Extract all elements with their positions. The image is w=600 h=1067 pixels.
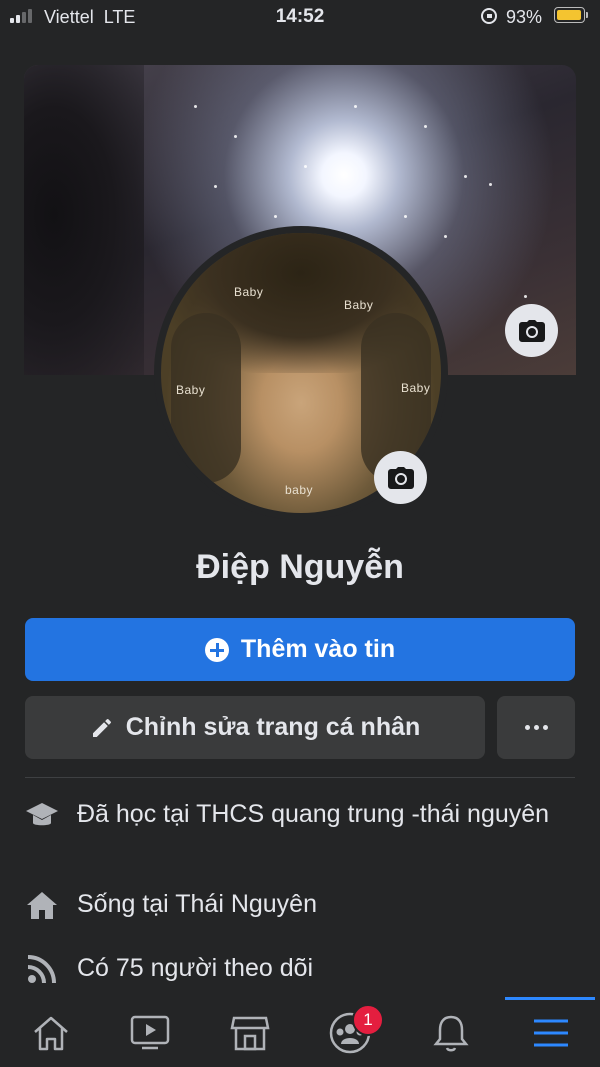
- education-detail: Đã học tại THCS quang trung -thái nguyên: [25, 798, 575, 832]
- battery-percent: 93%: [506, 7, 543, 27]
- home-icon: [34, 1016, 68, 1051]
- watch-icon: [130, 1015, 170, 1050]
- nav-marketplace[interactable]: [225, 1008, 275, 1058]
- lives-in-detail: Sống tại Thái Nguyên: [25, 888, 575, 922]
- nav-menu[interactable]: [526, 1008, 576, 1058]
- followers-detail: Có 75 người theo dõi: [25, 952, 575, 986]
- menu-icon: [534, 1019, 568, 1047]
- orientation-lock-icon: [481, 8, 497, 24]
- dot-icon: [542, 725, 548, 730]
- bottom-navigation: [0, 997, 600, 1067]
- active-tab-indicator: [505, 997, 595, 1000]
- graduation-cap-icon: [26, 803, 58, 826]
- photo-label: baby: [285, 483, 314, 497]
- home-icon: [27, 892, 57, 919]
- rss-icon: [27, 955, 56, 984]
- marketplace-icon: [230, 1016, 270, 1051]
- profile-name: Điệp Nguyễn: [196, 548, 404, 586]
- nav-watch[interactable]: [125, 1008, 175, 1058]
- edit-cover-camera-icon[interactable]: [505, 304, 558, 357]
- photo-label: Baby: [344, 298, 374, 312]
- edit-profile-label: Chỉnh sửa trang cá nhân: [125, 713, 421, 741]
- add-to-story-label: Thêm vào tin: [240, 635, 396, 663]
- battery-icon: [554, 7, 588, 23]
- edit-avatar-camera-icon[interactable]: [374, 451, 427, 504]
- dot-icon: [524, 725, 530, 730]
- dot-icon: [533, 725, 539, 730]
- photo-label: Baby: [234, 285, 264, 299]
- status-bar: Viettel LTE 14:52 93%: [0, 0, 600, 34]
- more-options-button[interactable]: [497, 696, 575, 759]
- nav-home[interactable]: [26, 1008, 76, 1058]
- notifications-icon: [433, 1015, 469, 1052]
- add-to-story-button[interactable]: Thêm vào tin: [25, 618, 575, 681]
- divider: [25, 777, 575, 778]
- plus-circle-icon: [204, 637, 229, 662]
- nav-notifications[interactable]: [426, 1008, 476, 1058]
- edit-profile-button[interactable]: Chỉnh sửa trang cá nhân: [25, 696, 485, 759]
- groups-badge: 1: [352, 1004, 384, 1036]
- pencil-icon: [92, 718, 111, 737]
- photo-label: Baby: [401, 381, 431, 395]
- photo-label: Baby: [176, 383, 206, 397]
